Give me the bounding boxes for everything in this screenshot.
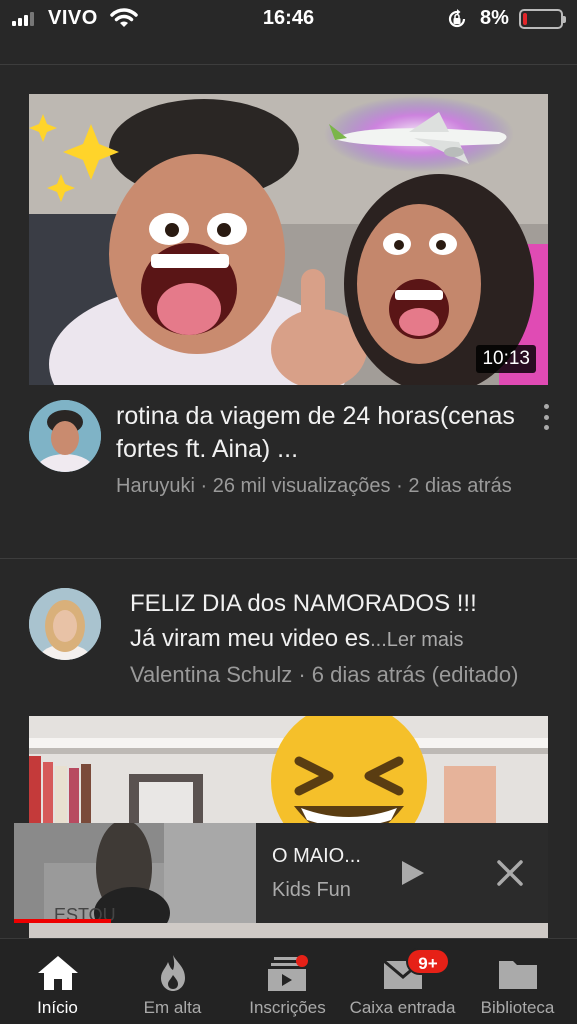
video-thumbnail[interactable]: 10:13 (29, 94, 548, 385)
flame-icon (160, 955, 185, 991)
video-metadata: Haruyuki · 26 mil visualizações · 2 dias… (116, 475, 512, 497)
top-divider (0, 64, 577, 65)
post-text[interactable]: FELIZ DIA dos NAMORADOS !!! Já viram meu… (130, 586, 570, 658)
video-title[interactable]: rotina da viagem de 24 horas(cenas forte… (116, 400, 516, 466)
rotation-lock-icon (448, 9, 466, 28)
mini-player-progress-bar (14, 919, 111, 923)
nav-label-em-alta: Em alta (143, 998, 202, 1017)
thumbnail-illustration (29, 94, 548, 385)
avatar-image (29, 400, 101, 472)
mini-player-channel: Kids Fun (272, 879, 351, 901)
subscriptions-icon (267, 955, 308, 991)
post-text-line2: Já viram meu video es (130, 625, 371, 652)
channel-avatar-valentina[interactable] (29, 588, 101, 660)
nav-label-inscricoes: Inscrições (249, 998, 326, 1017)
read-more-link[interactable]: ...Ler mais (370, 629, 463, 651)
battery-level-fill (523, 13, 527, 25)
post-text-line1: FELIZ DIA dos NAMORADOS !!! (130, 590, 477, 617)
mini-player-title[interactable]: O MAIO... (272, 845, 361, 868)
nav-label-caixa-entrada: Caixa entrada (349, 998, 456, 1017)
avatar-image (29, 588, 101, 660)
library-folder-icon (498, 961, 537, 989)
nav-item-inscricoes[interactable]: Inscrições (230, 939, 345, 1024)
more-options-icon[interactable] (538, 404, 554, 430)
bottom-navigation: Início Em alta Inscrições Caixa entrada … (0, 938, 577, 1024)
nav-item-em-alta[interactable]: Em alta (115, 939, 230, 1024)
home-icon (37, 956, 78, 990)
nav-item-inicio[interactable]: Início (0, 939, 115, 1024)
close-icon[interactable] (496, 859, 524, 887)
nav-label-inicio: Início (37, 998, 78, 1017)
play-icon[interactable] (400, 859, 426, 887)
nav-label-biblioteca: Biblioteca (480, 998, 555, 1017)
inbox-notification-badge: 9+ (406, 948, 450, 975)
mini-player-thumbnail[interactable]: ESTOU (14, 823, 256, 923)
channel-avatar-haruyuki[interactable] (29, 400, 101, 472)
battery-percentage: 8% (480, 7, 509, 29)
mini-player-thumbnail-image: ESTOU (14, 823, 256, 923)
video-duration: 10:13 (476, 345, 536, 373)
mini-player[interactable]: ESTOU O MAIO... Kids Fun (14, 823, 548, 923)
nav-item-biblioteca[interactable]: Biblioteca (460, 939, 575, 1024)
post-metadata: Valentina Schulz · 6 dias atrás (editado… (130, 662, 519, 687)
status-bar: VIVO 16:46 8% (0, 0, 577, 40)
feed-divider (0, 558, 577, 559)
battery-icon (519, 9, 566, 29)
